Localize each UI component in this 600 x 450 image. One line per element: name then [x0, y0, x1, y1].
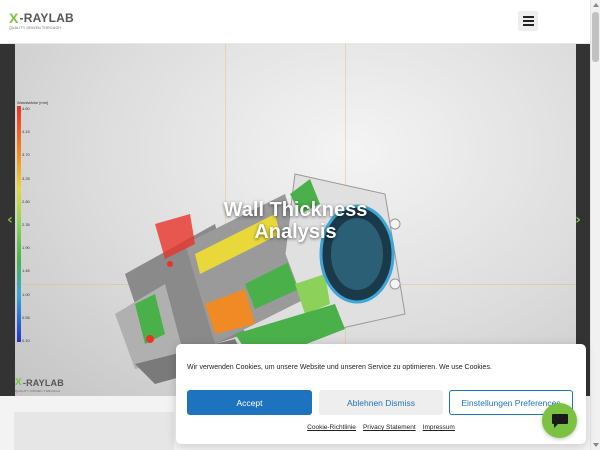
- scrollbar-thumb[interactable]: [592, 12, 599, 62]
- legend-tick-label: 0.55: [22, 314, 30, 320]
- scroll-up-arrow-icon[interactable]: [593, 3, 599, 7]
- legend-tick-label: 4.15: [22, 129, 30, 135]
- logo-x: X: [9, 10, 19, 26]
- legend-tick-label: 1.00: [22, 291, 30, 297]
- site-logo[interactable]: X -RAYLAB QUALITY DRIVEN THROUGH: [9, 10, 79, 34]
- slide-title: Wall Thickness Analysis: [223, 199, 368, 243]
- legend-tick-label: 1.90: [22, 245, 30, 251]
- content-card: [14, 412, 174, 450]
- cookie-policy-link[interactable]: Cookie-Richtlinie: [307, 424, 356, 431]
- logo-tagline: QUALITY DRIVEN THROUGH: [9, 26, 62, 30]
- accept-cookies-button[interactable]: Accept: [187, 390, 312, 415]
- deny-cookies-button[interactable]: Ablehnen Dismiss: [319, 390, 443, 415]
- site-header: X -RAYLAB QUALITY DRIVEN THROUGH: [0, 0, 590, 44]
- hamburger-menu-icon[interactable]: [518, 11, 538, 31]
- slide-logo: X -RAYLAB QUALITY DRIVEN THROUGH: [15, 377, 64, 394]
- chat-bubble-icon[interactable]: [542, 403, 577, 438]
- impressum-link[interactable]: Impressum: [423, 424, 455, 431]
- chevron-right-icon[interactable]: ›: [572, 212, 584, 228]
- legend-tick-label: 3.70: [22, 152, 30, 158]
- legend-title: Wandstärke [mm]: [17, 100, 49, 105]
- chevron-left-icon[interactable]: ‹: [4, 212, 16, 228]
- cookie-message: Wir verwenden Cookies, um unsere Website…: [187, 364, 492, 371]
- legend-tick-label: 1.45: [22, 268, 30, 274]
- legend-tick-label: 3.25: [22, 175, 30, 181]
- privacy-statement-link[interactable]: Privacy Statement: [363, 424, 416, 431]
- scroll-down-arrow-icon[interactable]: [593, 443, 599, 447]
- cookie-links: Cookie-Richtlinie Privacy Statement Impr…: [176, 424, 586, 431]
- cookie-consent-banner: Wir verwenden Cookies, um unsere Website…: [176, 344, 586, 444]
- legend-tick-label: 4.60: [22, 106, 30, 111]
- logo-name: -RAYLAB: [19, 11, 74, 25]
- page-scrollbar[interactable]: [590, 0, 600, 450]
- page: X -RAYLAB QUALITY DRIVEN THROUGH Wandstä…: [0, 0, 600, 450]
- legend-tick-label: 0.10: [22, 338, 30, 343]
